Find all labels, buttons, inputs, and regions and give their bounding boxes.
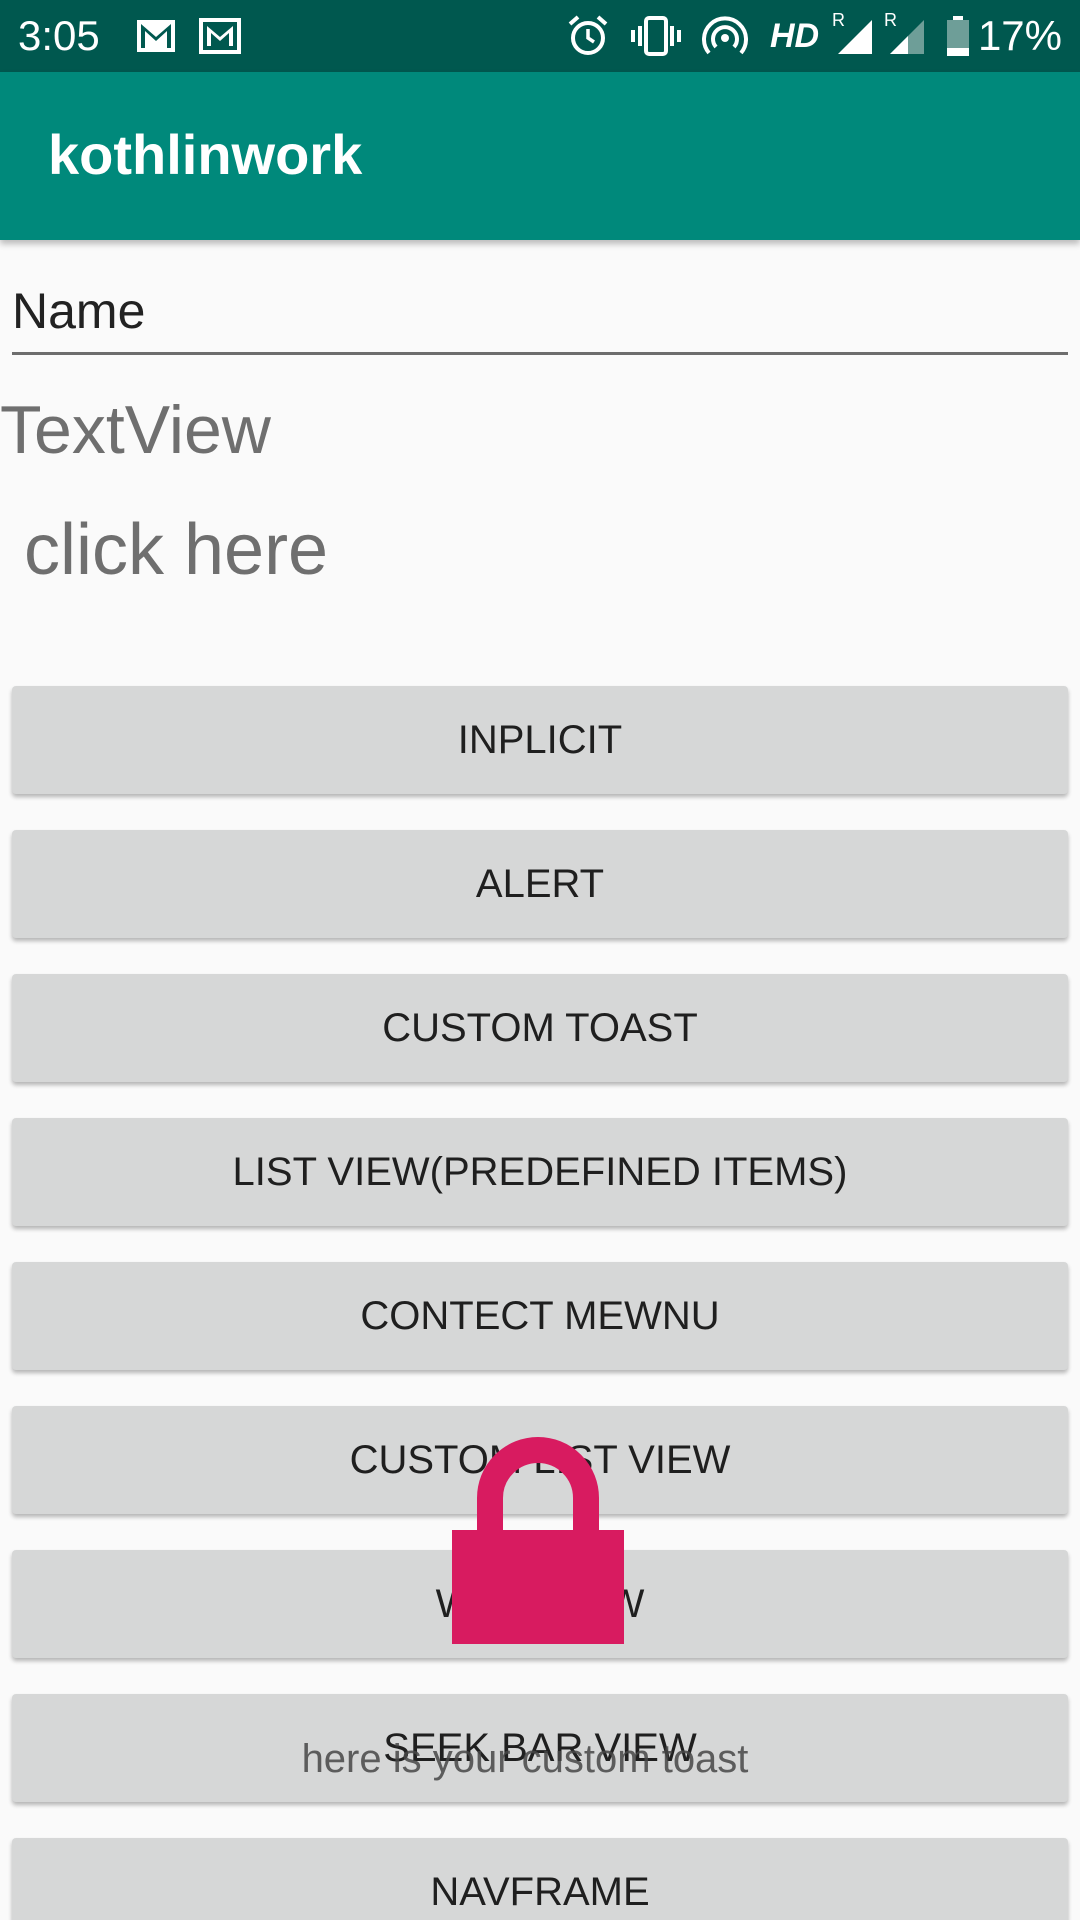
textview-label: TextView	[0, 392, 271, 468]
navframe-button[interactable]: NAVFRAME	[12, 1838, 1068, 1920]
click-here-text[interactable]: click here	[24, 508, 328, 592]
alarm-icon	[568, 15, 608, 55]
app-title: kothlinwork	[48, 123, 363, 186]
signal-icon	[838, 20, 872, 54]
gmail-icon	[137, 20, 175, 52]
implicit-button[interactable]: INPLICIT	[12, 686, 1068, 794]
custom-toast-button[interactable]: CUSTOM TOAST	[12, 974, 1068, 1082]
gmail-icon	[199, 18, 241, 54]
battery-percent: 17%	[977, 12, 1062, 59]
battery-icon	[947, 16, 969, 56]
web-view-button[interactable]: W W	[12, 1550, 1068, 1658]
context-menu-button[interactable]: CONTECT MEWNU	[12, 1262, 1068, 1370]
vibrate-icon	[631, 16, 681, 56]
name-input[interactable]	[12, 270, 1068, 355]
status-time: 3:05	[18, 12, 100, 59]
list-view-predefined-button[interactable]: LIST VIEW(PREDEFINED ITEMS)	[12, 1118, 1068, 1226]
seek-bar-view-button[interactable]: SEEK BAR VIEW	[12, 1694, 1068, 1802]
alert-button[interactable]: ALERT	[12, 830, 1068, 938]
hotspot-icon	[702, 16, 748, 55]
app-screen: 3:05 HD R R 17% kothlinwork Name TextVie…	[0, 0, 1080, 1920]
status-bar: 3:05 HD R R 17%	[0, 0, 1080, 72]
signal-icon	[890, 20, 924, 54]
network-type-label: HD	[770, 17, 820, 55]
custom-list-view-button[interactable]: CUSTOM LIST VIEW	[12, 1406, 1068, 1514]
app-bar: kothlinwork	[0, 72, 1080, 240]
